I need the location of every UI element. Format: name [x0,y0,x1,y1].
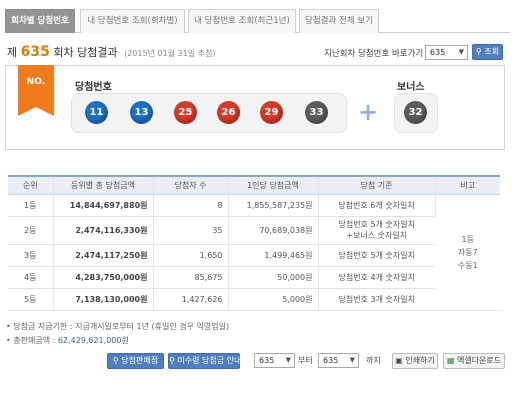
winning-ball: 13 [130,101,153,124]
criteria-line: +보너스 숫자일치 [346,231,408,240]
table-row: 3등 2,474,117,250원 1,650 1,499,465원 당첨번호 … [8,244,500,267]
column-header: 순위 [8,175,54,195]
winning-numbers-label: 당첨번호 [75,82,112,93]
tab-my-numbers-by-round[interactable]: 내 당첨번호 조회(회차별) [80,9,185,33]
bonus-label: 보너스 [397,82,425,93]
table-row: 4등 4,283,750,000원 85,675 50,000원 당첨번호 4개… [8,266,500,289]
note-line: 1등 [461,234,474,244]
from-round-select[interactable]: 635 ▼ [254,353,295,368]
rank-cell: 5등 [8,288,54,311]
total-prize-cell: 2,474,116,330원 [53,216,154,245]
goto-label: 지난회차 당첨번호 바로가기 [324,49,424,59]
round-prefix: 제 [7,46,18,59]
total-prize-cell: 14,844,697,880원 [53,194,154,217]
table-row: 5등 7,138,130,000원 1,427,626 5,000원 당첨번호 … [8,288,500,311]
chevron-down-icon: ▼ [349,356,355,364]
rank-cell: 2등 [8,216,54,245]
rank-cell: 3등 [8,244,54,267]
per-winner-cell: 70,689,038원 [228,216,319,245]
criteria-cell: 당첨번호 5개 숫자일치 [318,244,435,267]
tab-bar: 회차별 당첨번호 내 당첨번호 조회(회차별) 내 당첨번호 조회(최근1년) … [5,7,510,33]
page-title: 제 635 회차 당첨결과 (2015년 01월 31일 추첨) [7,44,215,60]
table-row: 1등 14,844,697,880원 8 1,855,587,235원 당첨번호… [8,194,500,311]
print-icon: ▣ [395,356,403,365]
total-prize-cell: 2,474,117,250원 [53,244,154,267]
table-row: 2등 2,474,116,330원 35 70,689,038원 당첨번호 5개… [8,216,500,245]
per-winner-cell: 5,000원 [228,288,319,311]
note-cell: 1등 자동7 수동1 [435,194,500,311]
excel-download-button[interactable]: ▦ 엑셀다운로드 [443,353,505,369]
draw-date: (2015년 01월 31일 추첨) [124,49,216,58]
round-select-value: 635 [430,48,446,57]
column-header: 1인당 당첨금액 [228,175,319,195]
criteria-cell: 당첨번호 6개 숫자일치 [318,194,436,217]
to-round-select[interactable]: 635 ▼ [318,353,359,368]
rank-cell: 4등 [8,266,54,289]
criteria-cell: 당첨번호 5개 숫자일치 +보너스 숫자일치 [318,216,435,245]
total-sales-line: • 총판매금액 : 62,429,621,000원 [6,335,129,346]
round-badge: NO. [18,65,54,116]
winning-stores-label: 당첨판매점 [121,356,159,365]
per-winner-cell: 1,499,465원 [228,244,319,267]
total-prize-cell: 7,138,130,000원 [53,288,154,311]
per-winner-cell: 1,855,587,235원 [228,194,319,217]
payment-deadline-text: • 당첨금 지급기한 : 지급개시일로부터 1년 (휴일인 경우 익영업일) [6,322,230,331]
winners-cell: 1,650 [153,244,229,267]
column-header: 당첨 기준 [318,175,436,195]
winners-cell: 1,427,626 [153,288,229,311]
round-suffix: 회차 당첨결과 [53,46,118,59]
search-icon: ⚲ [475,47,482,56]
tab-all-results[interactable]: 당첨결과 전체 보기 [299,9,379,33]
winning-ball: 29 [260,101,283,124]
unclaimed-prize-label: 미수령 당첨금 안내 [177,356,242,365]
column-header: 등위별 총 당첨금액 [53,175,154,195]
plus-icon: + [358,98,379,126]
print-button-label: 인쇄하기 [405,356,435,365]
prize-table: 순위 등위별 총 당첨금액 당첨자 수 1인당 당첨금액 당첨 기준 비고 1등… [8,175,500,311]
from-label: 부터 [298,356,313,365]
info-icon: ⚲ [169,356,175,365]
tab-my-numbers-last-year[interactable]: 내 당첨번호 조회(최근1년) [188,9,296,33]
criteria-cell: 당첨번호 4개 숫자일치 [318,266,435,289]
search-icon: ⚲ [112,356,119,365]
total-prize-cell: 4,283,750,000원 [53,266,154,289]
download-icon: ▦ [446,356,455,365]
winners-cell: 85,675 [153,266,229,289]
total-sales-label: • 총판매금액 : [6,336,58,345]
round-select[interactable]: 635 ▼ [425,45,468,60]
column-header: 비고 [435,175,500,195]
search-button-label: 조회 [484,47,500,56]
tab-round-results[interactable]: 회차별 당첨번호 [5,9,75,33]
note-line: 자동7 [457,247,478,257]
winners-cell: 8 [153,194,229,217]
to-round-value: 635 [323,356,339,365]
from-round-value: 635 [259,356,275,365]
total-sales-value: 62,429,621,000원 [57,336,129,345]
unclaimed-prize-button[interactable]: ⚲ 미수령 당첨금 안내 [168,353,242,369]
criteria-cell: 당첨번호 3개 숫자일치 [318,288,435,311]
chevron-down-icon: ▼ [285,356,291,364]
chevron-down-icon: ▼ [458,48,464,56]
print-button[interactable]: ▣ 인쇄하기 [392,353,438,369]
to-label: 까지 [366,356,381,365]
column-header: 당첨자 수 [153,175,229,195]
note-line: 수동1 [457,260,478,270]
winning-ball: 11 [85,101,108,124]
winners-cell: 35 [153,216,229,245]
table-header-row: 순위 등위별 총 당첨금액 당첨자 수 1인당 당첨금액 당첨 기준 비고 [8,175,500,195]
rank-cell: 1등 [8,194,54,217]
winning-ball: 25 [174,101,197,124]
criteria-line: 당첨번호 5개 숫자일치 [338,220,415,229]
per-winner-cell: 50,000원 [228,266,319,289]
search-button[interactable]: ⚲ 조회 [472,44,503,60]
bonus-ball: 32 [404,101,427,124]
winning-stores-button[interactable]: ⚲ 당첨판매점 [107,353,164,369]
round-number: 635 [20,44,50,60]
excel-download-label: 엑셀다운로드 [456,356,502,365]
winning-ball: 26 [217,101,240,124]
winning-ball: 33 [305,101,328,124]
